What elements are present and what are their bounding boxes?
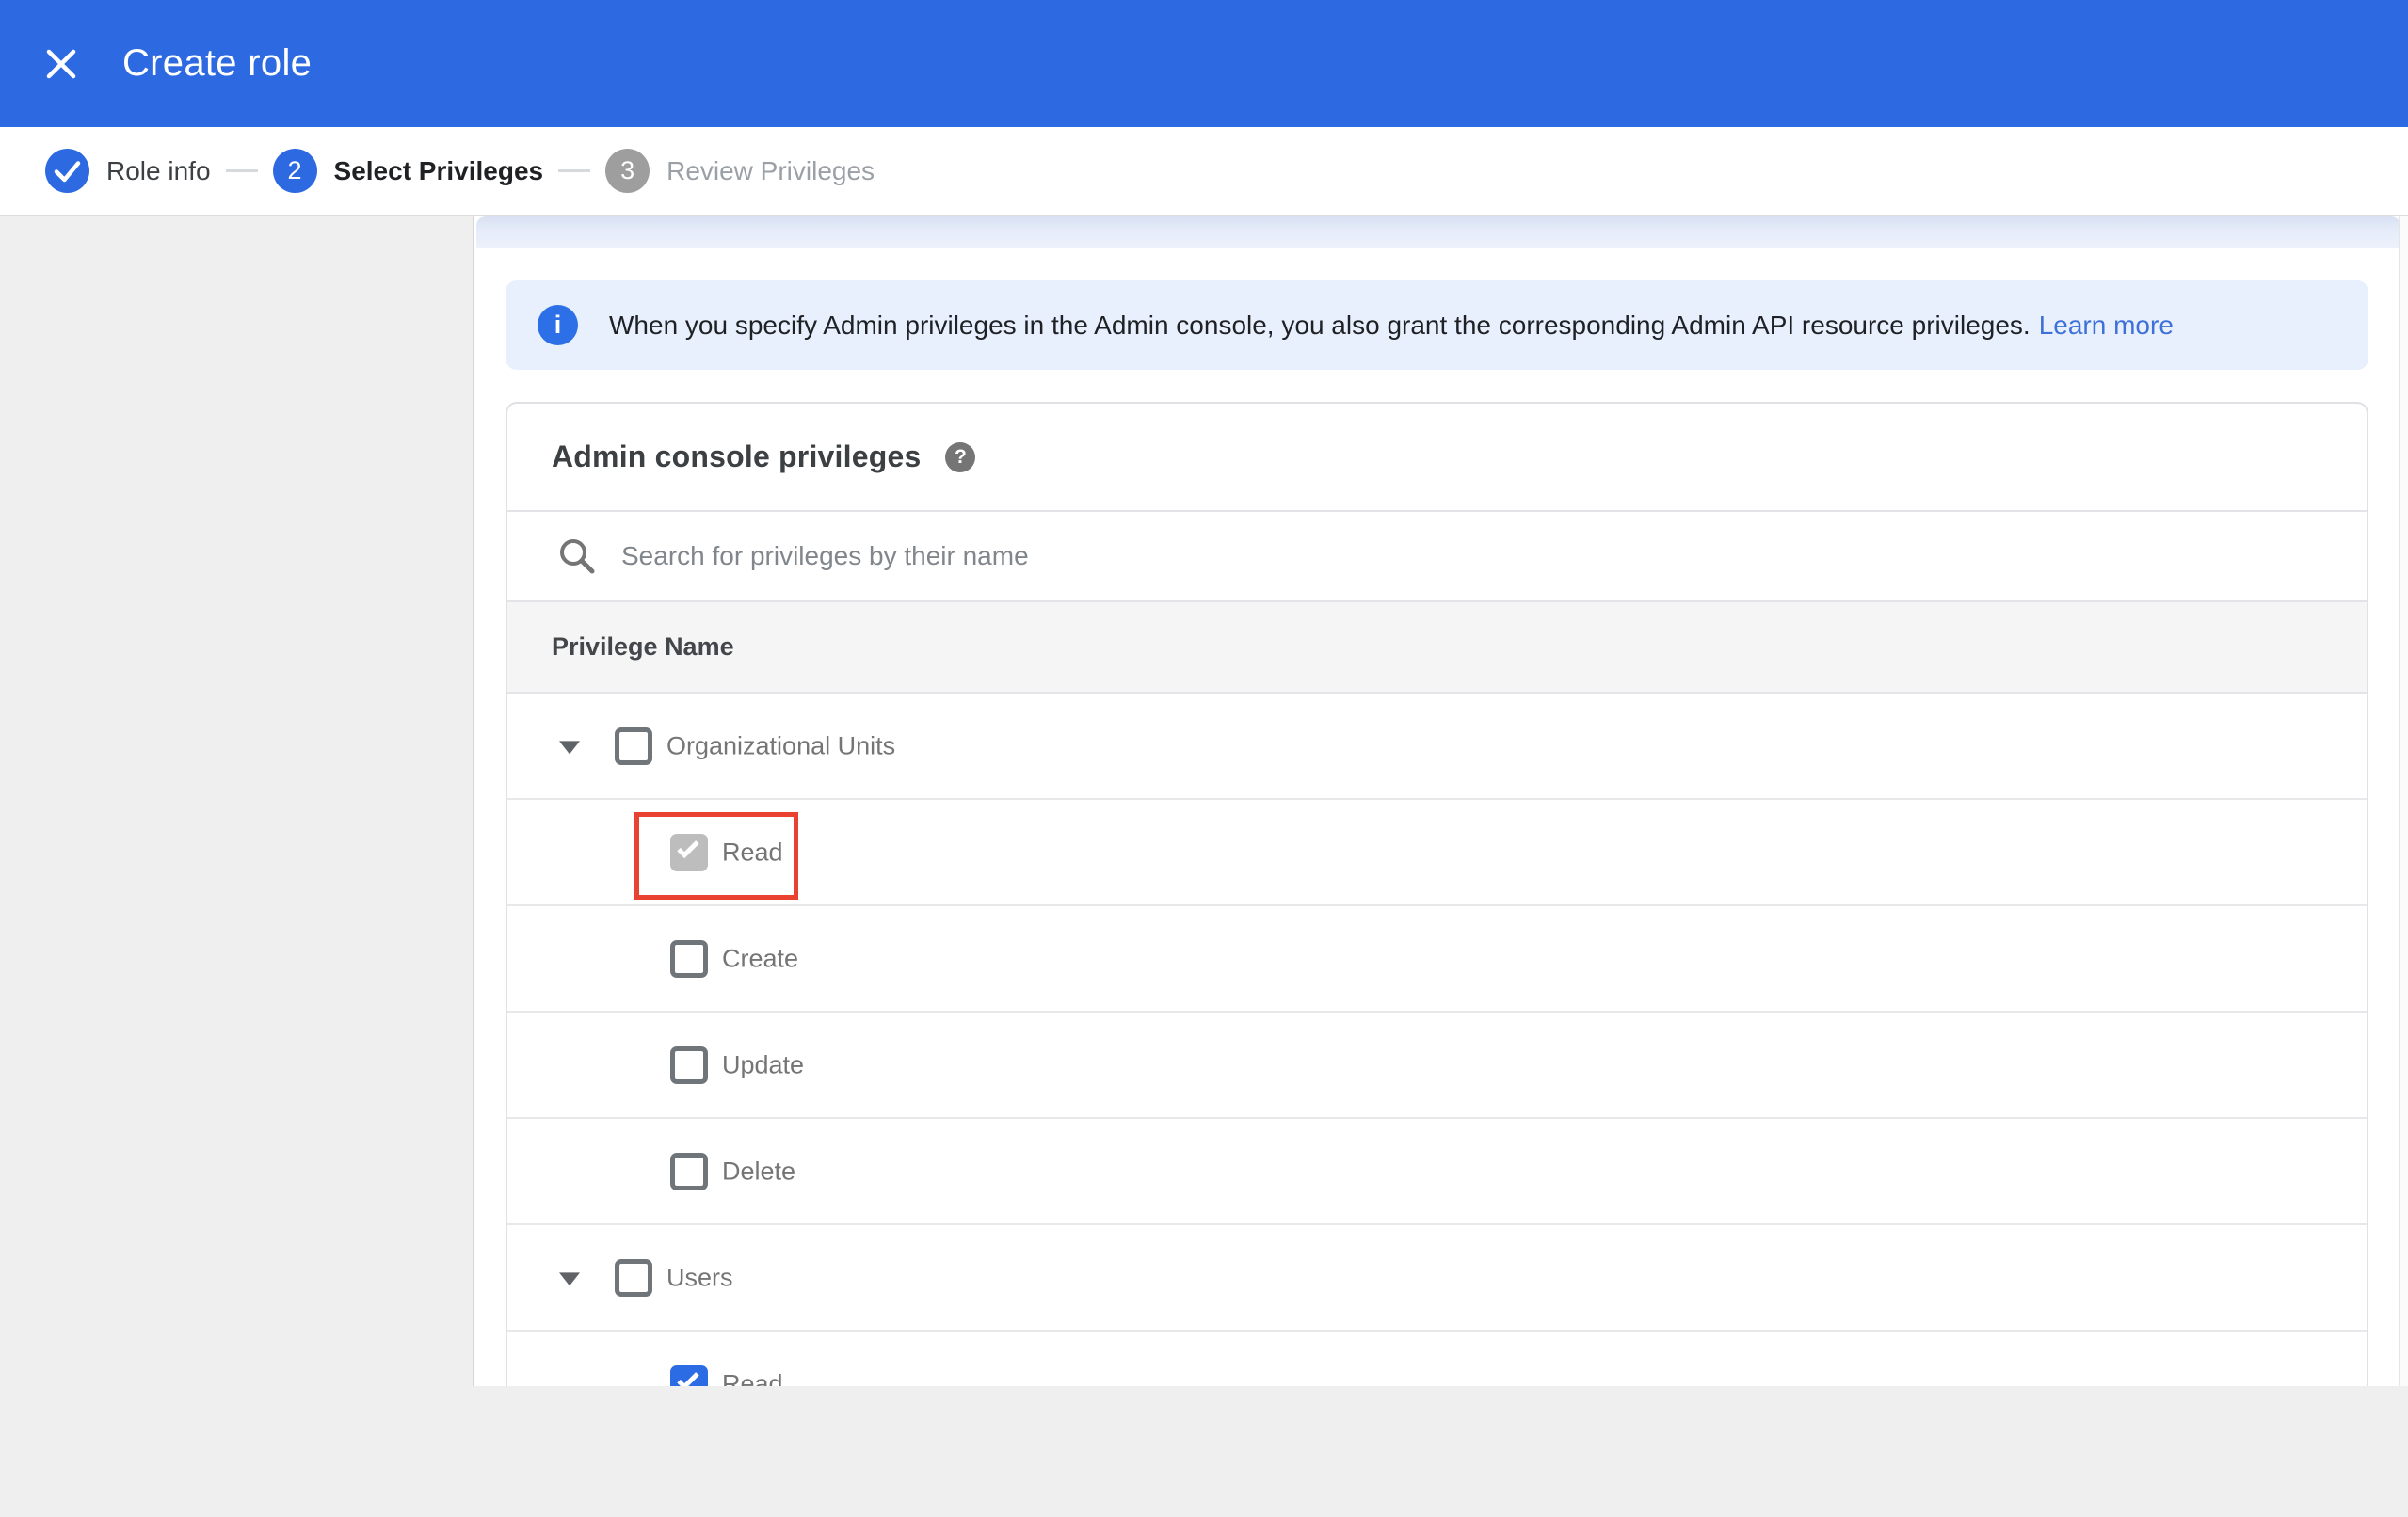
info-banner: i When you specify Admin privileges in t… [506, 280, 2368, 370]
step-label: Review Privileges [666, 155, 875, 185]
privilege-row-update: Update [507, 1013, 2367, 1119]
privilege-label: Users [666, 1263, 733, 1291]
page-title: Create role [122, 42, 313, 84]
privilege-row-delete: Delete [507, 1119, 2367, 1225]
privilege-row-read: Read [507, 1332, 2367, 1386]
step-number-badge: 3 [605, 149, 650, 193]
action-bar [0, 1386, 2408, 1517]
checkbox-read[interactable] [670, 1365, 708, 1386]
privilege-row-users: Users [507, 1225, 2367, 1332]
privilege-row-create: Create [507, 906, 2367, 1013]
close-icon[interactable] [44, 47, 78, 81]
scrolled-content-edge [476, 216, 2400, 248]
table-header-row: Privilege Name [507, 600, 2367, 694]
privilege-label: Delete [722, 1157, 796, 1185]
checkbox-read[interactable] [670, 833, 708, 871]
privilege-label: Organizational Units [666, 731, 896, 759]
dialog-header: Create role [0, 0, 2408, 127]
expand-arrow-icon[interactable] [559, 740, 580, 754]
column-header-privilege-name: Privilege Name [552, 632, 734, 661]
step-connector [225, 169, 258, 172]
checkbox-delete[interactable] [670, 1152, 708, 1190]
admin-privileges-card: Admin console privileges ? Privilege Nam… [506, 402, 2368, 1386]
step-role-info[interactable]: Role info [45, 149, 211, 193]
info-icon: i [538, 305, 578, 345]
checkmark-icon [677, 836, 699, 858]
privilege-row-organizational-units: Organizational Units [507, 694, 2367, 800]
expand-arrow-icon[interactable] [559, 1271, 580, 1285]
checkbox-organizational-units[interactable] [615, 727, 652, 765]
checkbox-update[interactable] [670, 1046, 708, 1084]
step-label: Role info [106, 155, 211, 185]
info-banner-text: When you specify Admin privileges in the… [609, 310, 2174, 340]
learn-more-link[interactable]: Learn more [2039, 311, 2174, 340]
step-connector [558, 169, 591, 172]
privilege-search-row [507, 510, 2367, 600]
checkmark-icon [677, 1367, 699, 1386]
checkmark-icon [45, 149, 89, 193]
left-rail [0, 216, 473, 1517]
step-number-badge: 2 [272, 149, 317, 193]
privilege-label: Update [722, 1050, 805, 1078]
privilege-row-read: Read [507, 800, 2367, 906]
privilege-label: Read [722, 1369, 783, 1386]
step-select-privileges[interactable]: 2 Select Privileges [272, 149, 544, 193]
card-title: Admin console privileges [552, 439, 922, 473]
checkbox-users[interactable] [615, 1258, 652, 1297]
privilege-tree: Organizational Units Read Create Update Dele… [507, 694, 2367, 1386]
question-mark-icon[interactable]: ? [945, 441, 976, 472]
checkbox-create[interactable] [670, 939, 708, 978]
search-input[interactable] [621, 541, 2367, 571]
step-label: Select Privileges [333, 155, 544, 185]
privilege-label: Read [722, 838, 783, 866]
step-review-privileges[interactable]: 3 Review Privileges [605, 149, 875, 193]
main-content: i When you specify Admin privileges in t… [474, 216, 2408, 1386]
vertical-scrollbar[interactable] [2399, 216, 2408, 1386]
stepper: Role info 2 Select Privileges 3 Review P… [0, 127, 2408, 216]
card-header: Admin console privileges ? [507, 404, 2367, 510]
search-icon [557, 536, 597, 576]
privilege-label: Create [722, 944, 799, 972]
